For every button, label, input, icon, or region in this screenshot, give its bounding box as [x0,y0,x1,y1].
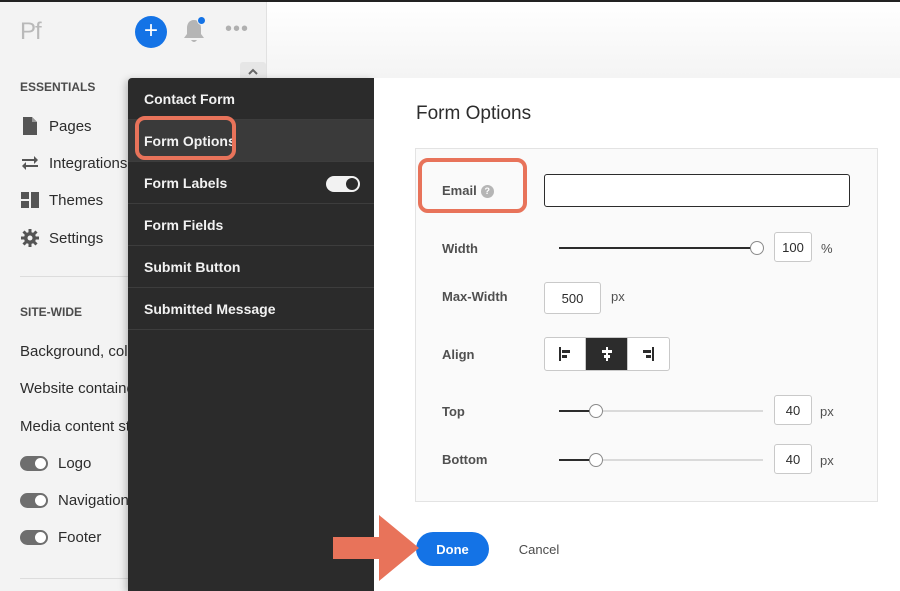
toggle-label: Logo [58,455,92,472]
sidebar-item-label: Pages [49,117,92,135]
width-slider[interactable] [559,241,764,255]
menu-item-contact-form[interactable]: Contact Form [128,78,374,120]
menu-item-form-labels[interactable]: Form Labels [128,162,374,204]
top-label: Top [442,404,465,419]
sidebar-item-media-content[interactable]: Media content sty [20,418,138,435]
form-labels-toggle[interactable] [326,176,360,192]
sidebar-item-themes[interactable]: Themes [20,188,103,212]
themes-icon [20,190,40,210]
sidebar-item-background[interactable]: Background, colo [20,343,136,360]
canvas-header [267,2,900,78]
email-highlight [418,158,527,213]
max-width-label: Max-Width [442,289,508,304]
sidebar-item-pages[interactable]: Pages [20,114,92,138]
menu-item-submit-button[interactable]: Submit Button [128,246,374,288]
width-unit: % [821,241,833,256]
top-slider[interactable] [559,404,763,418]
toggle-label: Navigation [58,492,129,509]
align-label: Align [442,347,475,362]
align-left-button[interactable] [545,338,587,370]
footer-toggle[interactable] [20,530,48,545]
sidebar-toggle-navigation[interactable]: Navigation [20,492,129,509]
sitewide-heading: SITE-WIDE [20,305,82,319]
menu-item-form-fields[interactable]: Form Fields [128,204,374,246]
menu-item-label: Form Fields [144,216,224,233]
align-right-icon [643,347,655,361]
bottom-unit: px [820,453,834,468]
cancel-button[interactable]: Cancel [509,532,569,566]
menu-item-label: Form Labels [144,174,228,191]
width-label: Width [442,241,478,256]
width-value-input[interactable]: 100 [774,232,812,262]
sidebar-item-settings[interactable]: Settings [20,226,103,250]
bottom-slider[interactable] [559,453,763,467]
notification-dot [197,16,206,25]
email-field[interactable] [544,174,850,207]
app-logo: Pf [20,18,42,45]
sidebar-item-label: Themes [49,191,104,209]
sidebar-item-integrations[interactable]: Integrations [20,151,127,175]
sidebar-item-website-container[interactable]: Website containe [20,380,135,397]
bottom-value-input[interactable]: 40 [774,444,812,474]
sidebar-toggle-logo[interactable]: Logo [20,455,91,472]
arrow-pointer-icon [333,515,419,581]
align-right-button[interactable] [628,338,669,370]
max-width-input[interactable]: 500 [544,282,601,314]
more-options-icon[interactable]: ••• [225,18,249,41]
bottom-slider-thumb[interactable] [588,453,603,467]
align-center-icon [601,347,612,361]
align-left-icon [559,347,571,361]
essentials-heading: ESSENTIALS [20,80,96,94]
menu-item-submitted-message[interactable]: Submitted Message [128,288,374,330]
sidebar-item-label: Settings [49,229,104,247]
top-value-input[interactable]: 40 [774,395,812,425]
width-slider-fill [559,247,757,249]
menu-item-label: Submit Button [144,258,241,275]
align-center-button[interactable] [586,338,628,370]
done-button[interactable]: Done [416,532,489,566]
max-width-unit: px [611,289,625,304]
page-icon [20,116,40,136]
navigation-toggle[interactable] [20,493,48,508]
menu-item-label: Submitted Message [144,300,276,317]
form-options-highlight [135,116,236,160]
top-slider-thumb[interactable] [588,404,603,418]
toggle-label: Footer [58,529,102,546]
add-button[interactable]: + [135,16,167,48]
sidebar-toggle-footer[interactable]: Footer [20,529,101,546]
menu-item-label: Contact Form [144,90,235,107]
panel-title: Form Options [416,103,532,124]
sidebar-item-label: Integrations [49,154,128,172]
bottom-label: Bottom [442,452,488,467]
logo-toggle[interactable] [20,456,48,471]
align-button-group [544,337,670,371]
integrations-icon [20,153,40,173]
top-unit: px [820,404,834,419]
gear-icon [20,228,40,248]
width-slider-thumb[interactable] [750,241,764,255]
